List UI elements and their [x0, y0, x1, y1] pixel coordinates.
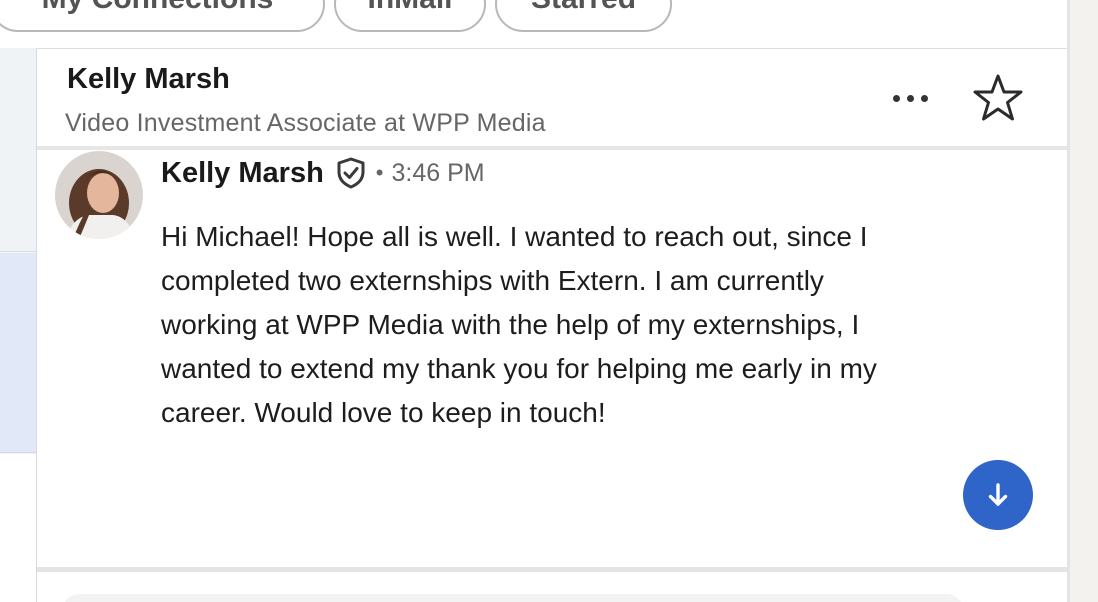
conversation-list-item[interactable]	[0, 454, 36, 602]
filter-pill-row: My Connections InMail Starred	[0, 0, 1068, 48]
message-compose-field[interactable]	[63, 594, 963, 602]
ellipsis-icon	[920, 94, 928, 102]
filter-pill-starred[interactable]: Starred	[495, 0, 672, 32]
message-timestamp: 3:46 PM	[391, 158, 485, 187]
filter-pill-label: Starred	[531, 0, 636, 16]
message-sender-name[interactable]: Kelly Marsh	[161, 157, 324, 190]
message-meta: Kelly Marsh • 3:46 PM	[161, 155, 485, 191]
arrow-down-icon	[988, 483, 1008, 506]
star-conversation-button[interactable]	[971, 73, 1025, 123]
thread-header-name[interactable]: Kelly Marsh	[67, 63, 230, 96]
message-body: Hi Michael! Hope all is well. I wanted t…	[161, 221, 877, 428]
compose-divider	[37, 567, 1069, 572]
filter-pill-my-connections[interactable]: My Connections	[0, 0, 325, 32]
header-divider	[37, 146, 1069, 150]
conversation-list-item[interactable]	[0, 48, 36, 252]
conversation-list-item-selected[interactable]	[0, 253, 36, 453]
scroll-to-bottom-button[interactable]	[963, 460, 1033, 530]
conversation-list	[0, 48, 36, 602]
avatar-photo	[55, 151, 143, 239]
meta-separator: •	[375, 160, 384, 185]
right-gutter	[1070, 0, 1098, 602]
ellipsis-icon	[892, 94, 900, 102]
message-thread-panel: Kelly Marsh Video Investment Associate a…	[36, 48, 1069, 602]
more-options-button[interactable]	[885, 83, 935, 113]
filter-pill-inmail[interactable]: InMail	[334, 0, 486, 32]
thread-header-headline: Video Investment Associate at WPP Media	[65, 109, 546, 137]
filter-pill-label: My Connections	[42, 0, 274, 16]
sender-avatar[interactable]	[55, 151, 143, 239]
verified-shield-icon	[337, 157, 365, 189]
ellipsis-icon	[906, 94, 914, 102]
filter-pill-label: InMail	[367, 0, 452, 16]
star-outline-icon	[973, 74, 1023, 121]
